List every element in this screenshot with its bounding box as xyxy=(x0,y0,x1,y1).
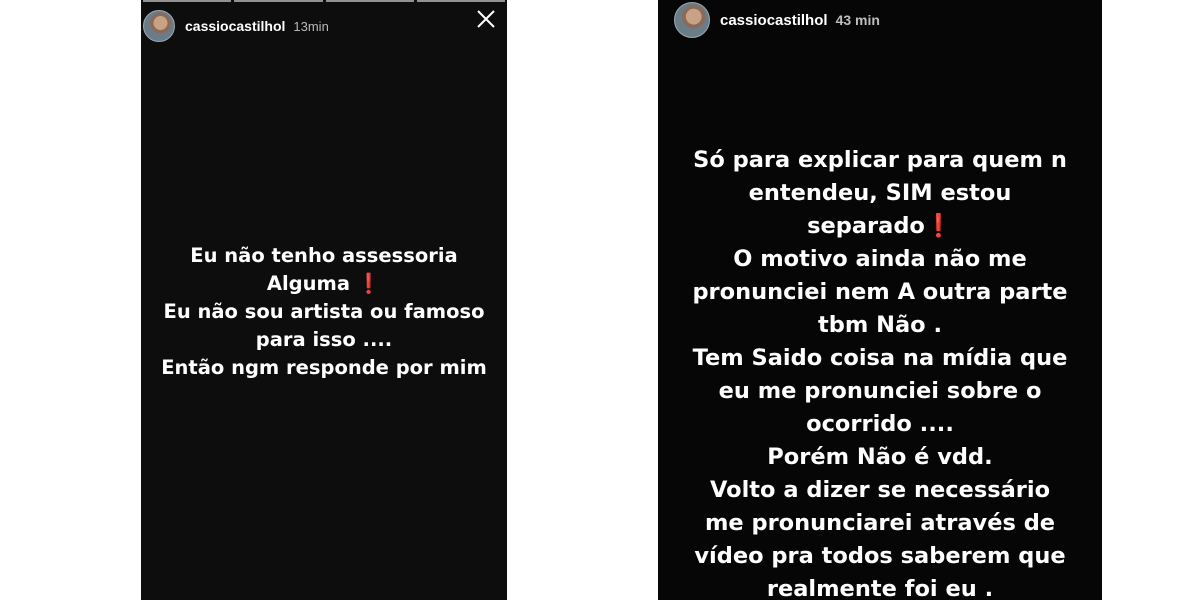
timestamp: 43 min xyxy=(835,12,880,28)
close-button[interactable] xyxy=(477,10,495,28)
story-text-line: entendeu, SIM estou xyxy=(748,180,1012,206)
story-text: Eu não tenho assessoria Alguma ❗ Eu não … xyxy=(141,242,507,382)
exclamation-icon: ❗ xyxy=(924,213,953,239)
story-text-line: eu me pronunciei sobre o xyxy=(718,378,1042,404)
story-text-line: me pronunciarei através de xyxy=(704,510,1056,536)
progress-segment xyxy=(325,0,414,2)
story-text-line: O motivo ainda não me xyxy=(733,246,1027,272)
story-text-line: Eu não sou artista ou famoso xyxy=(163,300,485,323)
username[interactable]: cassiocastilhol xyxy=(720,12,828,29)
progress-segment xyxy=(234,0,323,2)
story-text-line: Porém Não é vdd. xyxy=(767,444,993,470)
story-text-segment: Alguma xyxy=(266,272,357,295)
story-text-line: Volto a dizer se necessário xyxy=(709,477,1051,503)
story-text-line: realmente foi eu . xyxy=(766,576,994,600)
story-text-line: tbm Não . xyxy=(818,312,942,338)
story-text-line: vídeo pra todos saberem que xyxy=(694,543,1066,569)
story-text-line: pronunciei nem A outra parte xyxy=(692,279,1068,305)
progress-segment xyxy=(143,0,232,2)
story-text-line: Então ngm responde por mim xyxy=(161,356,487,379)
username[interactable]: cassiocastilhol xyxy=(185,18,285,34)
story-text-line: Eu não tenho assessoria xyxy=(190,244,458,267)
story-text-line: Só para explicar para quem n xyxy=(693,147,1067,173)
story-panel-left[interactable]: cassiocastilhol 13min Eu não tenho asses… xyxy=(141,0,507,600)
story-progress-bar xyxy=(141,0,507,3)
story-text: Só para explicar para quem n entendeu, S… xyxy=(658,144,1102,600)
story-text-segment: separado xyxy=(807,213,925,239)
story-text-line: para isso .... xyxy=(255,328,393,351)
exclamation-icon: ❗ xyxy=(356,272,382,295)
progress-segment xyxy=(416,0,505,2)
story-text-line: ocorrido .... xyxy=(806,411,954,437)
avatar[interactable] xyxy=(674,2,710,38)
story-header: cassiocastilhol 43 min xyxy=(674,0,1102,40)
story-text-line: separado❗ xyxy=(658,210,1102,243)
story-panel-right[interactable]: cassiocastilhol 43 min Só para explicar … xyxy=(658,0,1102,600)
close-icon xyxy=(477,10,495,28)
avatar[interactable] xyxy=(143,10,175,42)
timestamp: 13min xyxy=(293,18,329,34)
story-text-line: Alguma ❗ xyxy=(141,270,507,298)
story-header: cassiocastilhol 13min xyxy=(143,6,507,46)
story-text-line: Tem Saido coisa na mídia que xyxy=(692,345,1068,371)
